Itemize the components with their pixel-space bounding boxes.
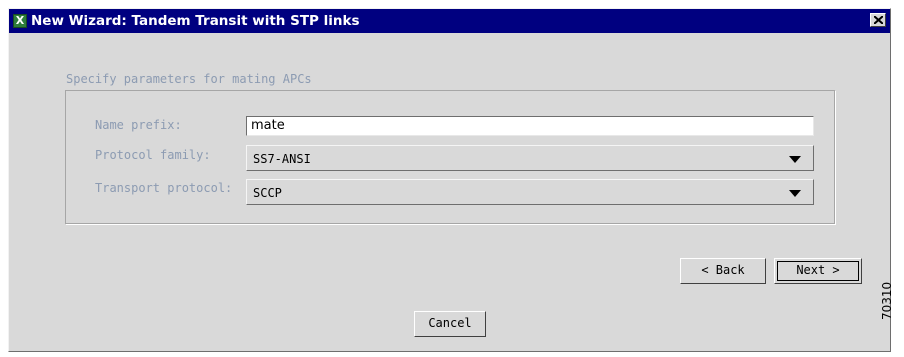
transport-protocol-select[interactable]: SCCP (246, 179, 814, 205)
name-prefix-label: Name prefix: (95, 118, 182, 132)
close-icon (874, 16, 883, 24)
app-icon-glyph: X (15, 14, 25, 27)
close-button[interactable] (870, 13, 886, 27)
figure-number: 70310 (880, 281, 894, 320)
protocol-family-select[interactable]: SS7-ANSI (246, 145, 814, 171)
chevron-down-icon (789, 156, 801, 163)
title-bar[interactable]: X New Wizard: Tandem Transit with STP li… (9, 9, 890, 33)
name-prefix-input[interactable]: mate (246, 116, 814, 136)
protocol-family-label: Protocol family: (95, 148, 211, 162)
section-heading: Specify parameters for mating APCs (66, 72, 312, 86)
transport-protocol-label: Transport protocol: (95, 181, 233, 195)
transport-protocol-value: SCCP (253, 186, 282, 200)
back-button[interactable]: < Back (680, 258, 766, 284)
protocol-family-value: SS7-ANSI (253, 152, 311, 166)
next-button[interactable]: Next > (774, 258, 862, 284)
app-icon: X (13, 14, 27, 28)
chevron-down-icon (789, 190, 801, 197)
cancel-button[interactable]: Cancel (414, 311, 486, 337)
window-title: New Wizard: Tandem Transit with STP link… (31, 13, 360, 29)
